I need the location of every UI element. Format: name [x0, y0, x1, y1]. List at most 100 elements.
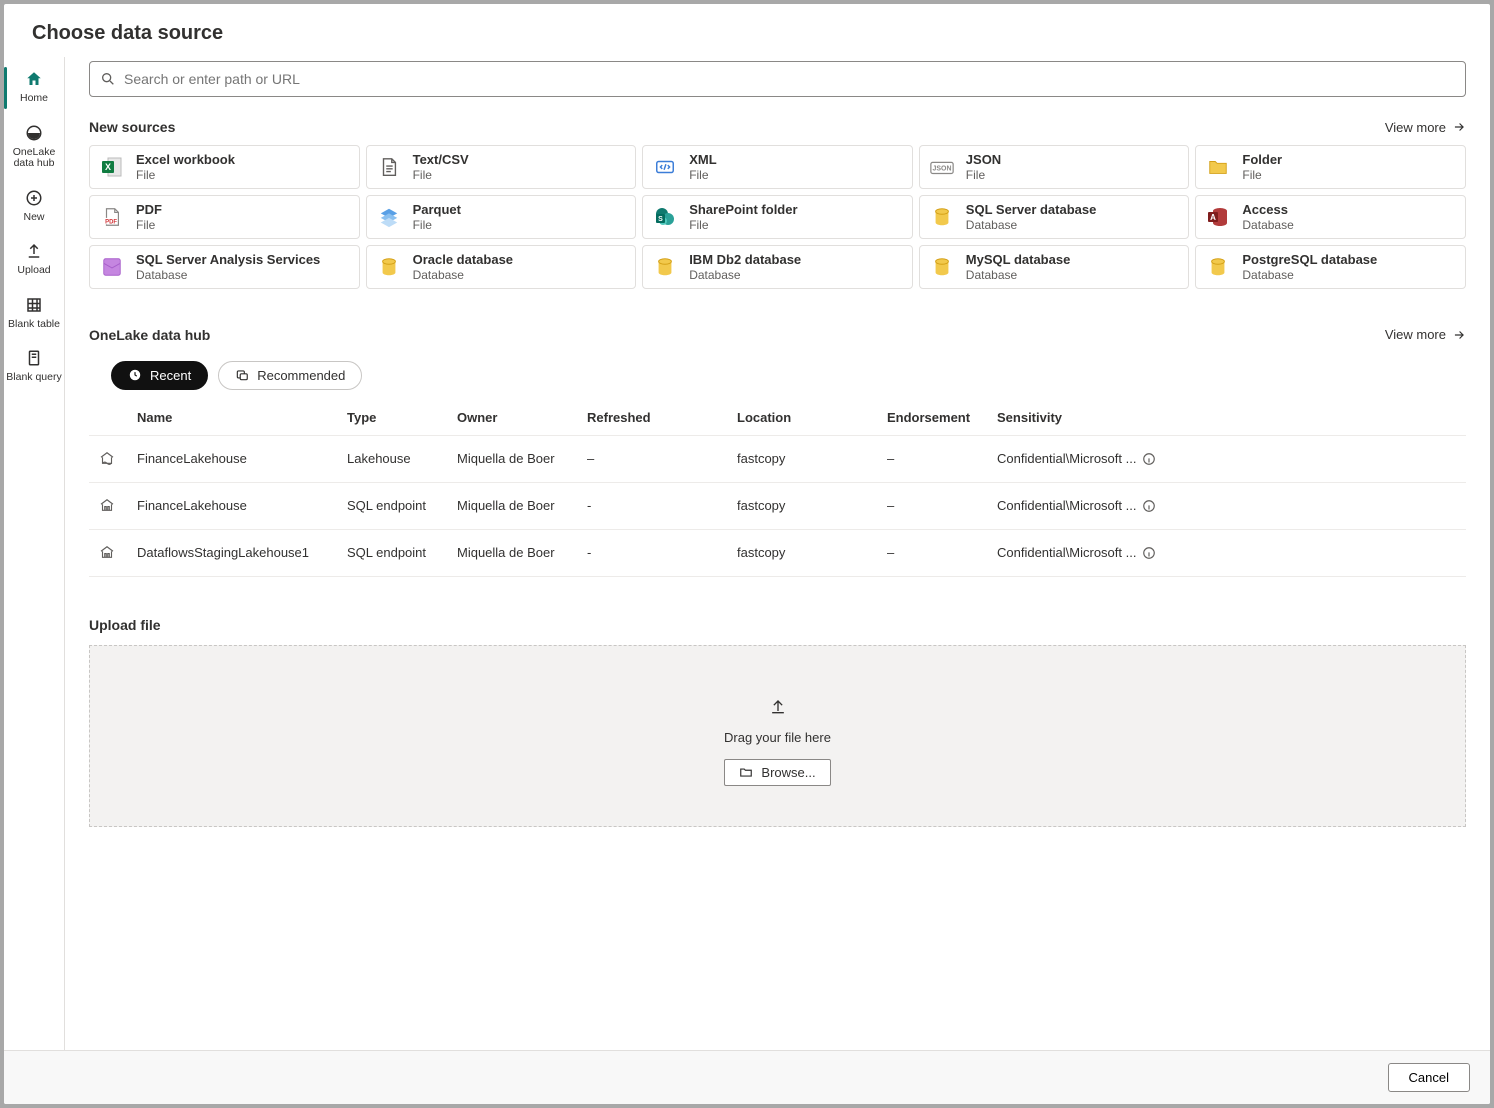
source-card-ibm-db2-database[interactable]: IBM Db2 databaseDatabase	[642, 245, 913, 289]
cell-endorsement: –	[879, 482, 989, 529]
dialog-footer: Cancel	[4, 1050, 1490, 1104]
sidebar-item-new[interactable]: New	[4, 180, 64, 234]
xml-icon	[651, 153, 679, 181]
chip-label: Recommended	[257, 368, 345, 383]
cell-name: DataflowsStagingLakehouse1	[129, 529, 339, 576]
view-more-label: View more	[1385, 327, 1446, 342]
cell-name: FinanceLakehouse	[129, 435, 339, 482]
onelake-icon	[24, 123, 44, 143]
sidebar-item-blank-query[interactable]: Blank query	[4, 340, 64, 394]
view-more-hub[interactable]: View more	[1385, 327, 1466, 342]
sidebar-item-home[interactable]: Home	[4, 61, 64, 115]
card-subtitle: File	[136, 218, 162, 232]
cell-location: fastcopy	[729, 529, 879, 576]
col-location: Location	[729, 400, 879, 436]
card-subtitle: Database	[1242, 268, 1377, 282]
source-card-folder[interactable]: FolderFile	[1195, 145, 1466, 189]
browse-label: Browse...	[761, 765, 815, 780]
chip-recommended[interactable]: Recommended	[218, 361, 362, 390]
svg-text:S: S	[658, 216, 663, 223]
dialog-window: Choose data source Home OneLake data hub	[4, 4, 1490, 1104]
table-row[interactable]: FinanceLakehouseLakehouseMiquella de Boe…	[89, 435, 1466, 482]
card-subtitle: File	[966, 168, 1001, 182]
source-card-sql-server-analysis-services[interactable]: SQL Server Analysis ServicesDatabase	[89, 245, 360, 289]
cell-location: fastcopy	[729, 435, 879, 482]
col-name: Name	[129, 400, 339, 436]
card-subtitle: Database	[689, 268, 801, 282]
arrow-right-icon	[1452, 328, 1466, 342]
search-icon	[100, 71, 116, 87]
access-icon: A	[1204, 203, 1232, 231]
table-row[interactable]: FinanceLakehouseSQL endpointMiquella de …	[89, 482, 1466, 529]
dialog-body: Home OneLake data hub New Upload	[4, 57, 1490, 1050]
home-icon	[24, 69, 44, 89]
excel-workbook-icon: X	[98, 153, 126, 181]
card-title: Folder	[1242, 152, 1282, 168]
sidebar-label: New	[23, 212, 44, 224]
search-box[interactable]	[89, 61, 1466, 97]
card-title: Access	[1242, 202, 1293, 218]
table-icon	[24, 295, 44, 315]
sources-grid: XExcel workbookFileText/CSVFileXMLFileJS…	[89, 145, 1466, 289]
card-subtitle: File	[413, 168, 469, 182]
upload-dropzone[interactable]: Drag your file here Browse...	[89, 645, 1466, 827]
cell-type: Lakehouse	[339, 435, 449, 482]
sidebar-label: Home	[20, 93, 48, 105]
source-card-parquet[interactable]: ParquetFile	[366, 195, 637, 239]
source-card-json[interactable]: JSONJSONFile	[919, 145, 1190, 189]
mysql-database-icon	[928, 253, 956, 281]
chip-recent[interactable]: Recent	[111, 361, 208, 390]
cancel-button[interactable]: Cancel	[1388, 1063, 1470, 1092]
card-subtitle: File	[689, 168, 716, 182]
sidebar-label: Blank table	[8, 319, 60, 331]
card-subtitle: Database	[1242, 218, 1293, 232]
main-content: New sources View more XExcel workbookFil…	[64, 57, 1490, 1050]
hub-chips: Recent Recommended	[111, 361, 1466, 390]
source-card-postgresql-database[interactable]: PostgreSQL databaseDatabase	[1195, 245, 1466, 289]
source-card-sql-server-database[interactable]: SQL Server databaseDatabase	[919, 195, 1190, 239]
search-input[interactable]	[124, 71, 1455, 87]
sidebar-item-blank-table[interactable]: Blank table	[4, 287, 64, 341]
source-card-excel-workbook[interactable]: XExcel workbookFile	[89, 145, 360, 189]
sidebar-item-upload[interactable]: Upload	[4, 233, 64, 287]
svg-text:PDF: PDF	[105, 219, 117, 225]
card-subtitle: File	[136, 168, 235, 182]
cell-type: SQL endpoint	[339, 529, 449, 576]
cell-sensitivity: Confidential\Microsoft ...	[989, 435, 1466, 482]
card-title: PDF	[136, 202, 162, 218]
cell-sensitivity: Confidential\Microsoft ...	[989, 482, 1466, 529]
oracle-database-icon	[375, 253, 403, 281]
card-subtitle: File	[1242, 168, 1282, 182]
source-card-xml[interactable]: XMLFile	[642, 145, 913, 189]
section-title: OneLake data hub	[89, 327, 210, 343]
source-card-pdf[interactable]: PDFPDFFile	[89, 195, 360, 239]
svg-text:JSON: JSON	[932, 166, 951, 173]
table-row[interactable]: DataflowsStagingLakehouse1SQL endpointMi…	[89, 529, 1466, 576]
source-card-text-csv[interactable]: Text/CSVFile	[366, 145, 637, 189]
sidebar-item-onelake[interactable]: OneLake data hub	[4, 115, 64, 180]
source-card-sharepoint-folder[interactable]: SSharePoint folderFile	[642, 195, 913, 239]
upload-icon	[24, 241, 44, 261]
recommended-icon	[235, 368, 249, 382]
cell-endorsement: –	[879, 529, 989, 576]
browse-button[interactable]: Browse...	[724, 759, 830, 786]
card-title: SQL Server Analysis Services	[136, 252, 320, 268]
cell-refreshed: –	[579, 435, 729, 482]
cell-owner: Miquella de Boer	[449, 529, 579, 576]
source-card-access[interactable]: A AccessDatabase	[1195, 195, 1466, 239]
card-title: JSON	[966, 152, 1001, 168]
card-title: SharePoint folder	[689, 202, 797, 218]
view-more-sources[interactable]: View more	[1385, 120, 1466, 135]
source-card-oracle-database[interactable]: Oracle databaseDatabase	[366, 245, 637, 289]
cell-refreshed: -	[579, 482, 729, 529]
cell-name: FinanceLakehouse	[129, 482, 339, 529]
card-subtitle: Database	[966, 268, 1071, 282]
info-icon	[1142, 499, 1156, 513]
hub-header: OneLake data hub View more	[89, 327, 1466, 343]
plus-circle-icon	[24, 188, 44, 208]
card-title: XML	[689, 152, 716, 168]
ibm-db2-database-icon	[651, 253, 679, 281]
dropzone-text: Drag your file here	[724, 730, 831, 745]
card-title: Text/CSV	[413, 152, 469, 168]
source-card-mysql-database[interactable]: MySQL databaseDatabase	[919, 245, 1190, 289]
